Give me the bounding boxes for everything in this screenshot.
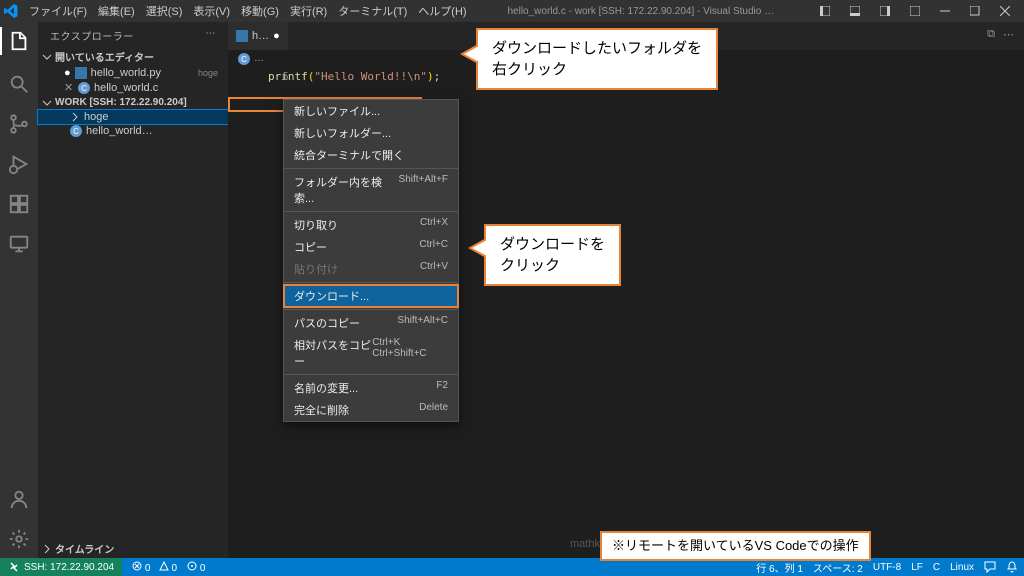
status-position[interactable]: 行 6、列 1	[756, 560, 803, 575]
window-title: hello_world.c - work [SSH: 172.22.90.204…	[472, 6, 810, 17]
debug-icon[interactable]	[8, 153, 30, 175]
svg-text:C: C	[73, 127, 79, 136]
activity-bar	[0, 22, 38, 558]
compare-icon[interactable]: ⧉	[987, 28, 995, 44]
vscode-logo-icon	[4, 4, 18, 18]
context-menu-item[interactable]: 完全に削除Delete	[284, 399, 458, 421]
bell-icon[interactable]	[1006, 561, 1018, 573]
context-menu-item[interactable]: 新しいファイル...	[284, 100, 458, 122]
status-remote[interactable]: SSH: 172.22.90.204	[0, 558, 122, 576]
status-problems[interactable]: 0 0	[132, 561, 177, 574]
error-icon	[132, 561, 142, 571]
svg-text:C: C	[81, 84, 87, 93]
more-icon[interactable]: ⋯	[1003, 28, 1014, 44]
context-menu-item[interactable]: ダウンロード...	[284, 285, 458, 307]
chevron-down-icon	[42, 98, 52, 108]
layout-primary-icon[interactable]	[810, 0, 840, 22]
python-file-icon	[236, 30, 248, 42]
ports-icon	[187, 561, 197, 571]
explorer-title: エクスプローラー	[50, 32, 134, 43]
explorer-sidebar: エクスプローラー ⋯ 開いているエディター ● hello_world.py h…	[38, 22, 228, 558]
context-menu-item[interactable]: 切り取りCtrl+X	[284, 214, 458, 236]
window-minimize[interactable]	[930, 0, 960, 22]
python-file-icon	[75, 67, 87, 79]
layout-panel-icon[interactable]	[840, 0, 870, 22]
activity-explorer[interactable]	[8, 30, 30, 55]
window-close[interactable]	[990, 0, 1020, 22]
extensions-icon[interactable]	[8, 193, 30, 215]
menu-edit[interactable]: 編集(E)	[93, 1, 140, 21]
remote-icon	[8, 561, 20, 573]
warning-icon	[159, 561, 169, 571]
c-file-icon: C	[238, 53, 250, 65]
source-control-icon[interactable]	[8, 113, 30, 135]
status-os[interactable]: Linux	[950, 562, 974, 573]
context-menu-item[interactable]: 新しいフォルダー...	[284, 122, 458, 144]
context-menu-item[interactable]: フォルダー内を検索...Shift+Alt+F	[284, 171, 458, 209]
context-menu-item[interactable]: パスのコピーShift+Alt+C	[284, 312, 458, 334]
c-file-icon: C	[70, 125, 82, 137]
status-spaces[interactable]: スペース: 2	[813, 560, 863, 575]
c-file-icon: C	[78, 82, 90, 94]
status-ports[interactable]: 0	[187, 561, 205, 574]
layout-customize-icon[interactable]	[900, 0, 930, 22]
chevron-right-icon	[70, 112, 80, 122]
layout-secondary-icon[interactable]	[870, 0, 900, 22]
workspace-header[interactable]: WORK [SSH: 172.22.90.204]	[38, 95, 228, 110]
folder-hoge[interactable]: hoge	[38, 110, 228, 124]
context-menu: 新しいファイル...新しいフォルダー...統合ターミナルで開くフォルダー内を検索…	[283, 99, 459, 422]
timeline-section[interactable]: タイムライン	[38, 539, 228, 558]
svg-text:C: C	[241, 55, 247, 64]
context-menu-item[interactable]: コピーCtrl+C	[284, 236, 458, 258]
open-editor-item[interactable]: ✕ C hello_world.c	[38, 80, 228, 95]
status-encoding[interactable]: UTF-8	[873, 562, 901, 573]
tab-hello-world-py[interactable]: h… ●	[228, 22, 289, 50]
title-bar: ファイル(F) 編集(E) 選択(S) 表示(V) 移動(G) 実行(R) ター…	[0, 0, 1024, 22]
menu-run[interactable]: 実行(R)	[285, 1, 332, 21]
context-menu-item[interactable]: 相対パスをコピーCtrl+K Ctrl+Shift+C	[284, 334, 458, 372]
callout-download: ダウンロードをクリック	[484, 224, 621, 286]
menu-bar: ファイル(F) 編集(E) 選択(S) 表示(V) 移動(G) 実行(R) ター…	[24, 1, 472, 21]
status-language[interactable]: C	[933, 562, 940, 573]
window-maximize[interactable]	[960, 0, 990, 22]
context-menu-item[interactable]: 統合ターミナルで開く	[284, 144, 458, 166]
remote-explorer-icon[interactable]	[8, 233, 30, 255]
callout-footer-note: ※リモートを開いているVS Codeでの操作	[600, 531, 871, 561]
menu-view[interactable]: 表示(V)	[188, 1, 235, 21]
menu-select[interactable]: 選択(S)	[141, 1, 188, 21]
open-editors-header[interactable]: 開いているエディター	[38, 47, 228, 66]
search-icon[interactable]	[8, 73, 30, 95]
menu-terminal[interactable]: ターミナル(T)	[333, 1, 412, 21]
file-hello-world-c[interactable]: C hello_world…	[38, 124, 228, 138]
context-menu-item[interactable]: 名前の変更...F2	[284, 377, 458, 399]
files-icon	[8, 30, 30, 52]
chevron-right-icon	[42, 544, 52, 554]
open-editor-item[interactable]: ● hello_world.py hoge	[38, 66, 228, 80]
callout-right-click: ダウンロードしたいフォルダを右クリック	[476, 28, 718, 90]
context-menu-item: 貼り付けCtrl+V	[284, 258, 458, 280]
menu-file[interactable]: ファイル(F)	[24, 1, 92, 21]
close-icon[interactable]: ✕	[64, 81, 74, 94]
menu-go[interactable]: 移動(G)	[236, 1, 284, 21]
account-icon[interactable]	[8, 488, 30, 510]
feedback-icon[interactable]	[984, 561, 996, 573]
menu-help[interactable]: ヘルプ(H)	[413, 1, 471, 21]
status-eol[interactable]: LF	[911, 562, 923, 573]
chevron-down-icon	[42, 52, 52, 62]
gear-icon[interactable]	[8, 528, 30, 550]
